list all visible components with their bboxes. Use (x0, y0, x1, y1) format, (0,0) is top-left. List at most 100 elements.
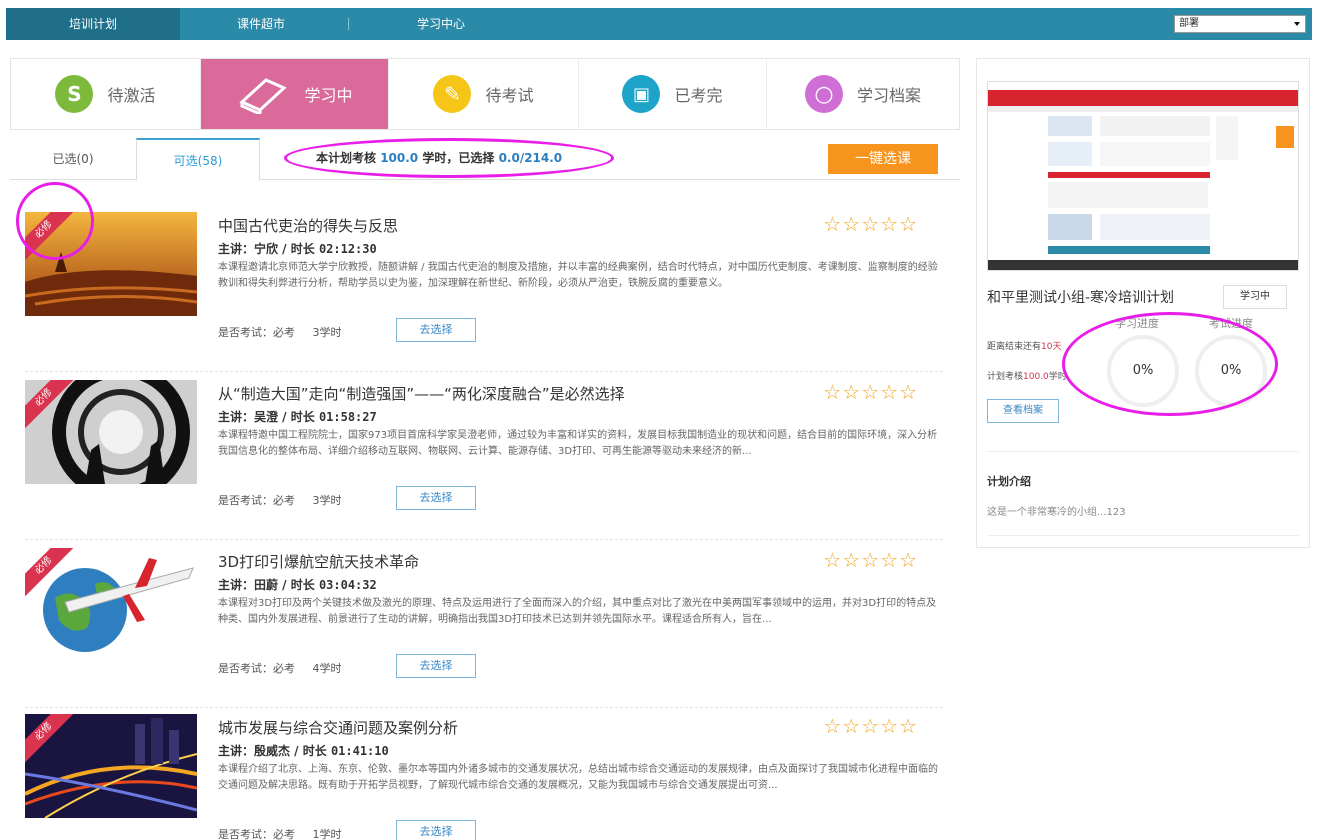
plan-panel: 和平里测试小组-寒冷培训计划 学习中 学习进度 考试进度 距离结束还有10天 计… (976, 58, 1310, 548)
days-remaining-value: 10天 (1041, 342, 1062, 352)
exam-progress-ring: 0% (1195, 335, 1267, 407)
plan-intro-text: 这是一个非常寒冷的小组...123 (987, 507, 1126, 518)
course-item: 必修 中国古代吏治的得失与反思 ☆☆☆☆☆ 主讲：宁欣 / 时长 02:12:3… (25, 212, 943, 372)
view-archive-button[interactable]: 查看档案 (987, 399, 1059, 423)
org-select[interactable]: 部署 (1174, 15, 1306, 33)
book-icon (239, 78, 288, 114)
plan-hours: 计划考核100.0学时 (987, 369, 1067, 382)
course-meta: 主讲：田蔚 / 时长 03:04:32 (218, 576, 377, 593)
exam-required: 是否考试：必考 (218, 326, 295, 339)
tab-label: 学习档案 (856, 86, 921, 105)
course-item: 必修 3D打印引爆航空航天技术革命 ☆☆☆☆☆ 主讲：田蔚 / 时长 03:04… (25, 548, 943, 708)
days-remaining-prefix: 距离结束还有 (987, 342, 1042, 352)
plan-intro-heading: 计划介绍 (987, 475, 1031, 488)
summary-middle: 学时，已选择 (422, 151, 495, 165)
nav-tab-course-market[interactable]: 课件超市 (206, 8, 316, 40)
lecturer-duration-label: 主讲：吴澄 / 时长 (218, 410, 315, 424)
required-hours: 100.0 (380, 151, 419, 165)
tab-studying[interactable]: 学习中 (201, 59, 389, 129)
select-course-button[interactable]: 去选择 (396, 820, 476, 840)
duration: 03:04:32 (318, 578, 377, 592)
course-thumbnail[interactable]: 必修 (25, 380, 197, 484)
tab-label: 待激活 (107, 86, 156, 105)
course-item: 必修 从“制造大国”走向“制造强国”——“两化深度融合”是必然选择 ☆☆☆☆☆ … (25, 380, 943, 540)
course-description: 本课程介绍了北京、上海、东京、伦敦、墨尔本等国内外诸多城市的交通发展状况，总结出… (218, 764, 938, 791)
course-exam-info: 是否考试：必考 1学时 (218, 826, 356, 840)
tab-available-courses[interactable]: 可选(58) (136, 138, 260, 181)
plan-hours-value: 100.0 (1023, 372, 1049, 382)
divider (987, 451, 1299, 452)
tab-learning-archive[interactable]: ○ 学习档案 (767, 59, 959, 129)
tab-label: 学习中 (304, 86, 353, 105)
tab-selected-courses[interactable]: 已选(0) (10, 138, 136, 180)
course-description: 本课程邀请北京师范大学宁欣教授，随额讲解 / 我国古代吏治的制度及措施，并以丰富… (218, 262, 938, 289)
course-thumbnail[interactable]: 必修 (25, 548, 197, 652)
tab-pending-exam[interactable]: ✎ 待考试 (389, 59, 579, 129)
rating-stars[interactable]: ☆☆☆☆☆ (823, 548, 918, 572)
status-badge: 学习中 (1223, 285, 1287, 309)
credit-hours: 1学时 (312, 828, 342, 840)
course-filter-bar: 已选(0) 可选(58) 本计划考核 100.0 学时，已选择 0.0/214.… (10, 138, 960, 181)
course-exam-info: 是否考试：必考 3学时 (218, 492, 356, 508)
exam-required: 是否考试：必考 (218, 828, 295, 840)
top-nav: 培训计划 课件超市 学习中心 部署 (6, 8, 1312, 40)
pencil-icon: ✎ (433, 75, 472, 113)
plan-hours-prefix: 计划考核 (987, 372, 1024, 382)
study-progress-ring: 0% (1107, 335, 1179, 407)
tab-exam-finished[interactable]: ▣ 已考完 (579, 59, 767, 129)
days-remaining: 距离结束还有10天 (987, 339, 1061, 352)
course-description: 本课程对3D打印及两个关键技术做及激光的原理、特点及运用进行了全面而深入的介绍，… (218, 598, 937, 625)
duration: 01:58:27 (318, 410, 377, 424)
nav-tab-training-plan[interactable]: 培训计划 (6, 8, 180, 40)
lecturer-duration-label: 主讲：田蔚 / 时长 (218, 578, 315, 592)
course-exam-info: 是否考试：必考 3学时 (218, 324, 356, 340)
nav-tab-learning-center[interactable]: 学习中心 (386, 8, 496, 40)
nav-separator (348, 18, 349, 30)
chevron-down-icon (1294, 22, 1300, 26)
exam-required: 是否考试：必考 (218, 662, 295, 675)
course-meta: 主讲：宁欣 / 时长 02:12:30 (218, 240, 377, 257)
course-exam-info: 是否考试：必考 4学时 (218, 660, 356, 676)
plan-title[interactable]: 和平里测试小组-寒冷培训计划 (987, 287, 1174, 307)
plan-hours-suffix: 学时 (1048, 372, 1067, 382)
rating-stars[interactable]: ☆☆☆☆☆ (823, 212, 918, 236)
course-meta: 主讲：吴澄 / 时长 01:58:27 (218, 408, 377, 425)
tab-label: 已考完 (674, 86, 723, 105)
tab-pending-activation[interactable]: S 待激活 (11, 59, 201, 129)
select-course-button[interactable]: 去选择 (396, 318, 476, 342)
summary-prefix: 本计划考核 (316, 151, 377, 165)
rating-stars[interactable]: ☆☆☆☆☆ (823, 714, 918, 738)
course-title[interactable]: 从“制造大国”走向“制造强国”——“两化深度融合”是必然选择 (218, 383, 625, 404)
one-click-select-button[interactable]: 一键选课 (828, 144, 938, 174)
org-select-value: 部署 (1179, 18, 1199, 29)
status-tabs: S 待激活 学习中 ✎ 待考试 ▣ 已考完 ○ 学习档案 (10, 58, 960, 130)
course-meta: 主讲：殷威杰 / 时长 01:41:10 (218, 742, 389, 759)
divider (987, 535, 1299, 536)
credit-hours: 4学时 (312, 662, 342, 675)
plan-cover-image[interactable] (987, 81, 1299, 271)
magnifier-icon: ○ (804, 75, 843, 113)
lecturer-duration-label: 主讲：宁欣 / 时长 (218, 242, 315, 256)
course-thumbnail[interactable]: 必修 (25, 212, 197, 316)
select-course-button[interactable]: 去选择 (396, 654, 476, 678)
course-thumbnail[interactable]: 必修 (25, 714, 197, 818)
select-course-button[interactable]: 去选择 (396, 486, 476, 510)
course-title[interactable]: 城市发展与综合交通问题及案例分析 (218, 717, 458, 738)
course-title[interactable]: 中国古代吏治的得失与反思 (218, 215, 398, 236)
course-title[interactable]: 3D打印引爆航空航天技术革命 (218, 551, 419, 572)
plan-summary: 本计划考核 100.0 学时，已选择 0.0/214.0 (316, 138, 562, 180)
exam-progress-label: 考试进度 (1209, 317, 1253, 330)
duration: 02:12:30 (318, 242, 377, 256)
credit-hours: 3学时 (312, 494, 342, 507)
course-description: 本课程特邀中国工程院院士，国家973项目首席科学家吴澄老师，通过较为丰富和详实的… (218, 430, 938, 457)
course-item: 必修 城市发展与综合交通问题及案例分析 ☆☆☆☆☆ 主讲：殷威杰 / 时长 01… (25, 714, 943, 840)
screen-check-icon: ▣ (622, 75, 661, 113)
duration: 01:41:10 (330, 744, 389, 758)
credit-hours: 3学时 (312, 326, 342, 339)
study-progress-label: 学习进度 (1115, 317, 1159, 330)
exam-required: 是否考试：必考 (218, 494, 295, 507)
tab-label: 待考试 (485, 86, 534, 105)
dollar-icon: S (55, 75, 94, 113)
rating-stars[interactable]: ☆☆☆☆☆ (823, 380, 918, 404)
selected-hours: 0.0/214.0 (498, 151, 563, 165)
